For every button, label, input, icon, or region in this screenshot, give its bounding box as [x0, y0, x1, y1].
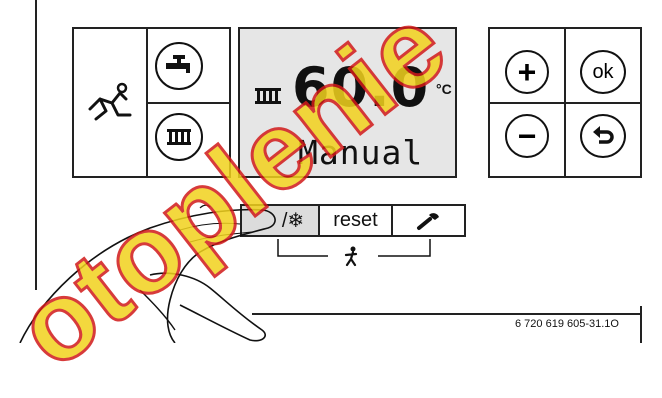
reset-label: reset — [333, 209, 378, 231]
minus-button[interactable]: − — [505, 114, 549, 158]
service-button[interactable] — [391, 204, 466, 237]
chimney-sweep-icon — [88, 82, 132, 121]
ok-label: ok — [592, 61, 614, 83]
hot-water-button[interactable] — [155, 42, 203, 90]
frame-bottom-right-edge — [640, 306, 642, 343]
wrench-icon — [416, 212, 439, 230]
plus-button[interactable]: + — [505, 50, 549, 94]
frame-bottom-line — [252, 313, 642, 315]
back-button[interactable] — [580, 114, 626, 158]
ok-button[interactable]: ok — [580, 50, 626, 94]
plus-label: + — [517, 54, 537, 90]
reset-button[interactable]: reset — [318, 204, 393, 237]
back-arrow-icon — [593, 126, 614, 144]
tap-icon — [166, 55, 190, 73]
minus-label: − — [517, 118, 537, 154]
chimney-sweep-cell[interactable] — [72, 27, 148, 178]
chimney-sweep-small-icon — [344, 246, 358, 267]
figure-id: 6 720 619 605-31.1O — [515, 318, 619, 330]
